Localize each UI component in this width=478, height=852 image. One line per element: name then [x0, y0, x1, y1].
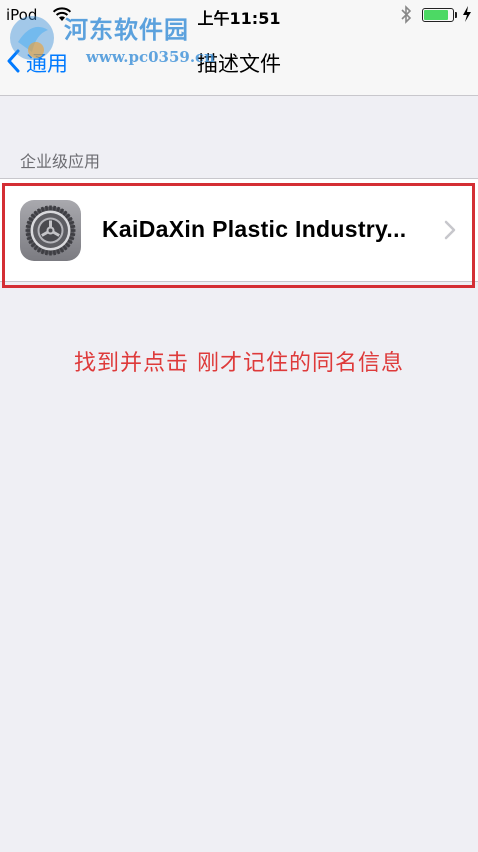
charging-bolt-icon — [462, 6, 472, 26]
battery-icon — [422, 8, 454, 22]
battery-level-fill — [424, 10, 448, 20]
bluetooth-icon — [400, 5, 412, 28]
settings-gear-icon — [20, 200, 81, 261]
annotation-text: 找到并点击 刚才记住的同名信息 — [74, 351, 404, 376]
page-title: 描述文件 — [197, 52, 281, 76]
profile-list-item[interactable]: KaiDaXin Plastic Industry... — [0, 179, 478, 281]
chevron-right-icon — [444, 220, 456, 244]
section-header: 企业级应用 — [20, 152, 101, 171]
status-bar: iPod 上午11:51 — [0, 0, 478, 30]
profile-name: KaiDaXin Plastic Industry... — [102, 216, 407, 242]
battery-cap — [455, 12, 457, 18]
profile-list: KaiDaXin Plastic Industry... — [0, 178, 478, 282]
navigation-bar: 通用 描述文件 — [0, 30, 478, 96]
